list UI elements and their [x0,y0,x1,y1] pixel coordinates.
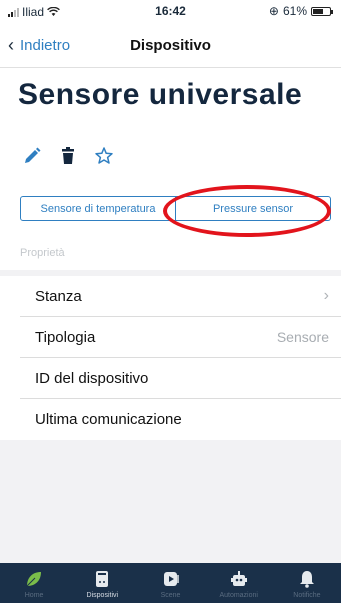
robot-icon [230,571,247,586]
property-row-type[interactable]: Tipologia Sensore [20,317,341,358]
device-header: Sensore universale Sensore di temperatur… [0,68,341,270]
tab-temperature-sensor[interactable]: Sensore di temperatura [20,196,176,221]
pencil-icon[interactable] [22,146,42,166]
property-row-room[interactable]: Stanza › [20,276,341,317]
tab-scenes[interactable]: Scene [136,563,204,603]
tab-home[interactable]: Home [0,563,68,603]
status-bar: Iliad 16:42 ⊕ 61% [0,0,341,22]
leaf-icon [26,572,42,587]
chevron-right-icon: › [323,287,329,304]
bell-icon [299,571,314,588]
section-label-properties: Proprietà [20,247,65,259]
tab-label: Scene [160,592,181,599]
battery-fill [313,8,323,14]
property-label: Ultima comunicazione [35,411,182,428]
property-value: Sensore [276,329,329,345]
property-label: ID del dispositivo [35,369,149,387]
battery-info: ⊕ 61% [268,4,333,18]
navigation-bar: ‹ Indietro Dispositivo [0,22,341,68]
tab-label: Home [24,592,44,599]
battery-percent: 61% [282,4,307,18]
tab-notifications[interactable]: Notifiche [273,563,341,603]
nav-title: Dispositivo [130,37,211,54]
bottom-tab-bar: Home Dispositivi Scene Automazioni Notif… [0,563,341,603]
segmented-control: Sensore di temperatura Pressure sensor [20,196,331,221]
battery-icon [311,6,333,16]
page-title: Sensore universale [18,78,303,111]
tab-pressure-sensor[interactable]: Pressure sensor [176,196,331,221]
property-label: Stanza [35,287,82,305]
property-label: Tipologia [35,328,96,346]
device-icon [96,571,109,587]
tab-devices[interactable]: Dispositivi [68,563,136,603]
property-row-device-id[interactable]: ID del dispositivo [20,358,341,399]
tab-label: Notifiche [293,592,321,599]
play-icon [163,572,179,586]
trash-icon[interactable] [58,146,78,166]
star-icon[interactable] [94,146,114,166]
orientation-lock-icon: ⊕ [268,4,279,18]
tab-label: Automazioni [219,592,258,599]
action-toolbar [22,146,114,166]
property-row-last-communication[interactable]: Ultima comunicazione [20,399,341,440]
properties-list: Stanza › Tipologia Sensore ID del dispos… [0,276,341,440]
tab-label: Dispositivi [86,592,119,599]
tab-automations[interactable]: Automazioni [205,563,273,603]
